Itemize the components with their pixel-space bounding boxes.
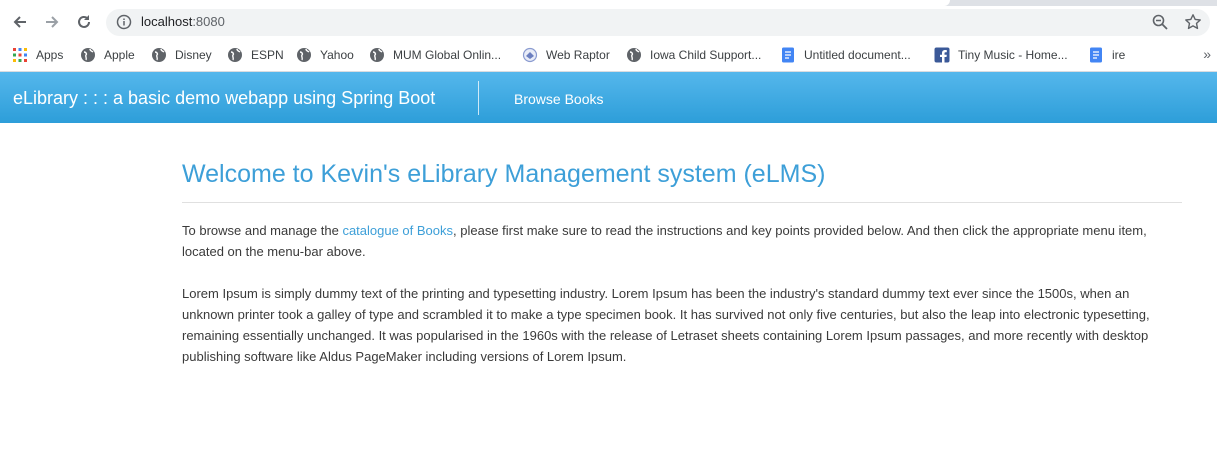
globe-icon (152, 48, 166, 62)
bookmark-espn[interactable]: ESPN (227, 46, 284, 64)
forward-arrow-icon (46, 16, 59, 28)
bookmark-label: MUM Global Onlin... (393, 48, 502, 62)
bookmark-label: Iowa Child Support... (650, 48, 762, 62)
bookmark-apps[interactable]: Apps (12, 46, 63, 64)
info-icon[interactable] (116, 14, 132, 30)
title-divider (182, 202, 1182, 203)
bookmark-yahoo[interactable]: Yahoo (296, 46, 354, 64)
page-title: Welcome to Kevin's eLibrary Management s… (182, 160, 826, 188)
lorem-paragraph: Lorem Ipsum is simply dummy text of the … (182, 286, 1150, 364)
bookmark-label: Disney (175, 48, 212, 62)
more-bookmarks-chevron-icon[interactable]: » (1203, 46, 1211, 62)
apps-grid-icon (13, 48, 27, 62)
bookmark-label: Untitled document... (804, 48, 911, 62)
bookmark-label: Web Raptor (546, 48, 610, 62)
globe-icon (228, 48, 242, 62)
navbar-divider (478, 81, 479, 115)
globe-icon (370, 48, 384, 62)
address-bar[interactable]: localhost:8080 (106, 9, 1210, 36)
app-navbar: eLibrary : : : a basic demo webapp using… (0, 72, 1217, 123)
intro-paragraph: To browse and manage the catalogue of Bo… (182, 220, 1182, 262)
bookmark-label: Apps (36, 48, 64, 62)
bookmark-untitled-document[interactable]: Untitled document... (780, 46, 911, 64)
bookmark-label: Tiny Music - Home... (958, 48, 1068, 62)
bookmark-apple[interactable]: Apple (80, 46, 135, 64)
url-port: :8080 (192, 14, 225, 29)
main-content: Welcome to Kevin's eLibrary Management s… (182, 157, 1182, 367)
zoom-out-icon[interactable] (1151, 13, 1169, 31)
catalogue-of-books-link[interactable]: catalogue of Books (342, 223, 453, 238)
browse-books-link[interactable]: Browse Books (514, 90, 603, 108)
bookmark-web-raptor[interactable]: Web Raptor (522, 46, 610, 64)
bookmark-disney[interactable]: Disney (151, 46, 212, 64)
bookmark-star-icon[interactable] (1184, 13, 1202, 31)
bookmark-mum-global[interactable]: MUM Global Onlin... (369, 46, 501, 64)
bookmark-ire[interactable]: ire (1088, 46, 1125, 64)
back-button[interactable] (8, 10, 32, 34)
bookmark-tiny-music[interactable]: Tiny Music - Home... (934, 46, 1068, 64)
google-docs-icon (1090, 47, 1102, 63)
globe-icon (81, 48, 95, 62)
globe-icon (297, 48, 311, 62)
bookmark-label: Yahoo (320, 48, 354, 62)
google-docs-icon (782, 47, 794, 63)
facebook-icon (934, 47, 950, 63)
bookmark-label: ire (1112, 48, 1126, 62)
bookmark-label: Apple (104, 48, 135, 62)
browser-toolbar: localhost:8080 (0, 6, 1217, 38)
forward-button[interactable] (40, 10, 64, 34)
reload-icon (78, 15, 90, 28)
url-host: localhost (141, 14, 193, 29)
back-arrow-icon (13, 16, 26, 28)
intro-text-before: To browse and manage the (182, 223, 343, 238)
bookmark-iowa-child-support[interactable]: Iowa Child Support... (626, 46, 761, 64)
bookmark-label: ESPN (251, 48, 284, 62)
web-raptor-icon (522, 47, 538, 63)
globe-icon (627, 48, 641, 62)
bookmarks-bar: Apps Apple Disney ESPN Yahoo MUM Global … (0, 38, 1217, 72)
url-text[interactable]: localhost:8080 (141, 14, 225, 30)
reload-button[interactable] (72, 10, 96, 34)
navbar-brand[interactable]: eLibrary : : : a basic demo webapp using… (13, 87, 435, 109)
